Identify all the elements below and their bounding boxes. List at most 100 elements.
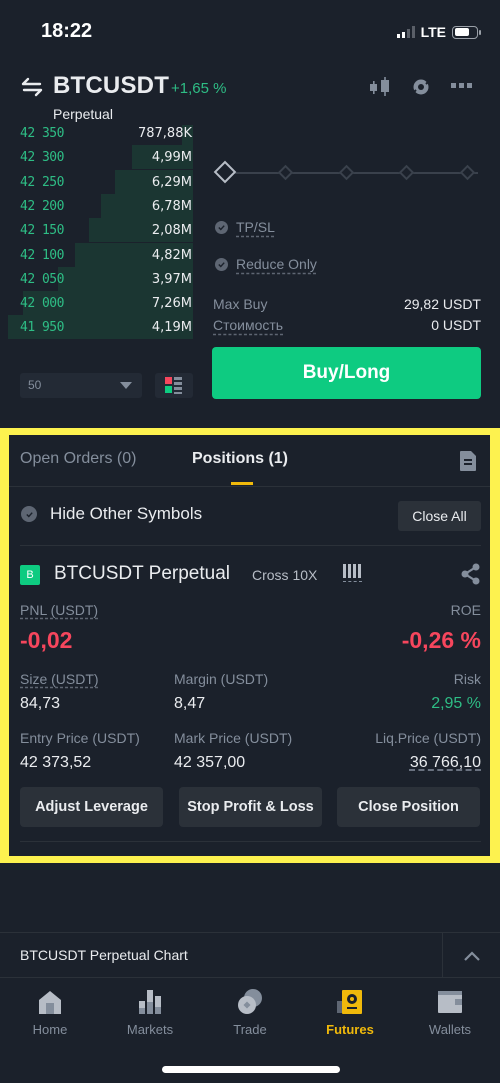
- orderbook-layout-icon: [165, 377, 182, 394]
- stop-profit-loss-button[interactable]: Stop Profit & Loss: [179, 787, 322, 827]
- orderbook-price: 42 350: [20, 126, 64, 141]
- reduce-only-label: Reduce Only: [236, 256, 317, 272]
- buy-long-button[interactable]: Buy/Long: [212, 347, 481, 399]
- mark-price-value: 42 357,00: [174, 754, 246, 771]
- slider-step[interactable]: [338, 164, 355, 181]
- divider: [20, 545, 481, 546]
- orderbook-quantity: 4,82M: [151, 247, 192, 263]
- divider: [20, 841, 481, 842]
- chart-drawer-label: BTCUSDT Perpetual Chart: [20, 947, 188, 963]
- trade-icon: [238, 989, 262, 1014]
- chart-drawer[interactable]: BTCUSDT Perpetual Chart: [0, 932, 500, 978]
- reduce-only-checkbox[interactable]: Reduce Only: [215, 256, 317, 272]
- check-icon: [215, 220, 228, 234]
- orderbook-row[interactable]: 41 950 4,19M: [0, 315, 205, 340]
- nav-trade-label: Trade: [233, 1022, 267, 1037]
- network-label: LTE: [420, 24, 446, 40]
- close-position-button[interactable]: Close Position: [337, 787, 480, 827]
- margin-value: 8,47: [174, 695, 206, 712]
- mark-price-label: Mark Price (USDT): [174, 730, 293, 746]
- orderbook-row[interactable]: 42 300 4,99M: [0, 145, 205, 170]
- orderbook-row[interactable]: 42 150 2,08M: [0, 218, 205, 243]
- adjust-leverage-button[interactable]: Adjust Leverage: [20, 787, 163, 827]
- positions-tabs: Open Orders (0) Positions (1): [9, 435, 490, 487]
- order-book: 42 350 787,88K 42 300 4,99M 42 250 6,29M 42 20…: [0, 125, 205, 360]
- orderbook-price: 42 250: [20, 174, 64, 190]
- liq-price-value[interactable]: 36 766,10: [410, 754, 481, 772]
- cost-row: Стоимость 0 USDT: [213, 317, 481, 333]
- tpsl-checkbox[interactable]: TP/SL: [215, 219, 275, 235]
- status-indicators: LTE: [396, 24, 481, 40]
- nav-futures[interactable]: Futures: [300, 980, 400, 1040]
- share-icon[interactable]: [461, 563, 481, 585]
- orderbook-price: 42 200: [20, 198, 64, 214]
- position-title[interactable]: BTCUSDT Perpetual: [54, 563, 230, 585]
- chevron-down-icon: [120, 382, 132, 389]
- orderbook-quantity: 4,99M: [151, 150, 192, 166]
- chart-expand-button[interactable]: [442, 933, 500, 978]
- nav-futures-label: Futures: [326, 1022, 374, 1037]
- orderbook-layout-button[interactable]: [155, 373, 193, 398]
- positions-panel: Open Orders (0) Positions (1) Hide Other…: [9, 435, 490, 856]
- slider-step[interactable]: [459, 164, 476, 181]
- max-buy-label: Max Buy: [213, 296, 268, 312]
- pnl-value: -0,02: [20, 627, 73, 653]
- entry-price-value: 42 373,52: [20, 754, 92, 771]
- tab-positions[interactable]: Positions (1): [192, 450, 288, 468]
- slider-step[interactable]: [277, 164, 294, 181]
- tab-open-orders[interactable]: Open Orders (0): [20, 450, 136, 468]
- orderbook-price: 42 000: [20, 296, 64, 312]
- nav-markets[interactable]: Markets: [100, 980, 200, 1040]
- cost-value: 0 USDT: [431, 317, 481, 333]
- orderbook-row[interactable]: 42 200 6,78M: [0, 193, 205, 218]
- nav-markets-label: Markets: [126, 1022, 174, 1037]
- orderbook-price: 42 050: [20, 271, 64, 287]
- orderbook-price: 42 100: [20, 247, 64, 263]
- swap-icon[interactable]: [21, 77, 43, 97]
- check-icon: [21, 506, 37, 522]
- hide-other-symbols-label: Hide Other Symbols: [50, 504, 203, 523]
- check-icon: [215, 257, 228, 271]
- orderbook-row[interactable]: 42 000 7,26M: [0, 291, 205, 316]
- leverage-slider[interactable]: [213, 160, 483, 186]
- margin-label: Margin (USDT): [174, 671, 269, 687]
- slider-thumb[interactable]: [213, 160, 237, 184]
- orderbook-row[interactable]: 42 350 787,88K: [0, 125, 205, 145]
- tpsl-label: TP/SL: [236, 219, 275, 235]
- nav-trade[interactable]: Trade: [200, 980, 300, 1040]
- orderbook-price: 42 150: [20, 223, 64, 239]
- nav-wallets[interactable]: Wallets: [400, 980, 500, 1040]
- roe-label: ROE: [450, 602, 481, 618]
- risk-value: 2,95 %: [431, 695, 481, 712]
- home-indicator[interactable]: [162, 1066, 340, 1073]
- margin-mode[interactable]: Cross 10X: [252, 567, 317, 583]
- candlestick-chart-icon[interactable]: [368, 77, 392, 97]
- orderbook-row[interactable]: 42 250 6,29M: [0, 169, 205, 194]
- orderbook-quantity: 2,08M: [151, 223, 192, 239]
- size-value: 84,73: [20, 695, 61, 712]
- adl-indicator-icon[interactable]: [343, 564, 362, 582]
- markets-icon: [139, 990, 161, 1014]
- cost-label: Стоимость: [213, 317, 284, 333]
- risk-label: Risk: [453, 671, 481, 687]
- orderbook-row[interactable]: 42 050 3,97M: [0, 266, 205, 291]
- orderbook-quantity: 6,29M: [151, 174, 192, 190]
- contract-type: Perpetual: [53, 106, 113, 122]
- symbol-title[interactable]: BTCUSDT: [53, 72, 169, 100]
- orderbook-quantity: 4,19M: [151, 320, 192, 336]
- slider-step[interactable]: [398, 164, 415, 181]
- orderbook-quantity: 6,78M: [151, 198, 192, 214]
- close-all-button[interactable]: Close All: [398, 501, 481, 531]
- hide-other-symbols-checkbox[interactable]: Hide Other Symbols: [21, 504, 202, 524]
- swap-settings-icon[interactable]: [411, 77, 431, 97]
- orderbook-quantity: 3,97M: [151, 271, 192, 287]
- more-icon[interactable]: [451, 82, 473, 90]
- active-tab-indicator: [231, 482, 253, 485]
- orderbook-row[interactable]: 42 100 4,82M: [0, 242, 205, 267]
- home-icon: [39, 991, 61, 1014]
- chevron-up-icon: [464, 951, 480, 961]
- depth-select[interactable]: 50: [20, 373, 142, 398]
- nav-home[interactable]: Home: [0, 980, 100, 1040]
- order-history-icon[interactable]: [460, 451, 476, 471]
- depth-select-value: 50: [28, 378, 42, 392]
